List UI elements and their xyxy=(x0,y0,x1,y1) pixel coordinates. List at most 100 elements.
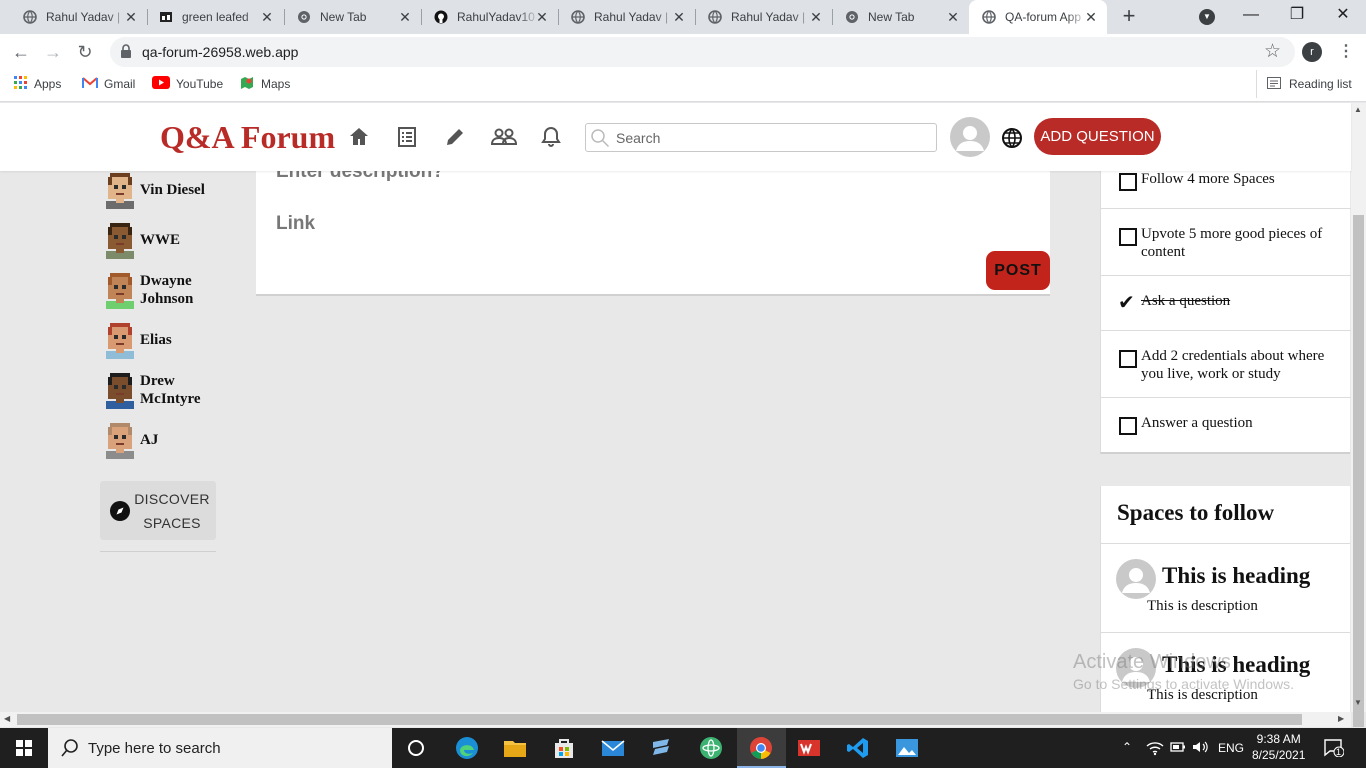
tab-search-icon[interactable]: ▼ xyxy=(1199,9,1215,25)
tray-chevron-icon[interactable]: ⌃ xyxy=(1122,740,1132,754)
add-question-button[interactable]: ADD QUESTION xyxy=(1034,118,1161,155)
windows-taskbar: Type here to search ⌃ ENG 9:38 AM 8/25/2… xyxy=(0,728,1366,768)
vscode-icon[interactable] xyxy=(846,736,870,760)
checklist-item[interactable]: Upvote 5 more good pieces of content xyxy=(1101,209,1351,276)
browser-tab[interactable]: New Tab ✕ xyxy=(822,0,969,34)
wps-office-icon[interactable] xyxy=(797,736,821,760)
edge-icon[interactable] xyxy=(455,736,479,760)
bookmark-star-icon[interactable]: ☆ xyxy=(1264,40,1281,63)
checkbox[interactable] xyxy=(1119,350,1137,368)
bell-icon[interactable] xyxy=(539,125,563,149)
checkmark-icon[interactable]: ✔ xyxy=(1118,290,1135,315)
getting-started-checklist: Follow 4 more Spaces Upvote 5 more good … xyxy=(1100,155,1351,454)
close-icon[interactable]: ✕ xyxy=(1083,9,1099,25)
home-icon[interactable] xyxy=(347,125,371,149)
discover-spaces-button[interactable]: DISCOVER SPACES xyxy=(100,481,216,540)
windows-start-button[interactable] xyxy=(0,728,48,768)
system-clock[interactable]: 9:38 AM 8/25/2021 xyxy=(1252,731,1305,763)
wifi-icon[interactable] xyxy=(1146,740,1164,759)
space-card[interactable]: This is heading This is description xyxy=(1101,632,1350,716)
checklist-item[interactable]: Add 2 credentials about where you live, … xyxy=(1101,331,1351,398)
space-name: Dwayne Johnson xyxy=(140,273,194,307)
menu-kebab-icon[interactable]: ⋮ xyxy=(1338,41,1354,61)
space-card[interactable]: This is heading This is description xyxy=(1101,543,1350,631)
file-explorer-icon[interactable] xyxy=(503,736,527,760)
browser-toolbar: ← → ↻ qa-forum-26958.web.app ☆ r ⋮ xyxy=(0,34,1366,70)
taskbar-active-app[interactable] xyxy=(737,728,786,768)
notification-center-icon[interactable]: 1 xyxy=(1324,739,1345,762)
space-description: This is description xyxy=(1147,598,1258,614)
forward-arrow-icon[interactable]: → xyxy=(40,39,66,65)
volume-icon[interactable] xyxy=(1192,740,1210,757)
discover-spaces-label: DISCOVER SPACES xyxy=(134,490,210,531)
checkbox[interactable] xyxy=(1119,228,1137,246)
pixel-avatar-icon xyxy=(106,373,134,409)
space-item[interactable]: AJ xyxy=(100,421,220,459)
restore-button[interactable]: ❐ xyxy=(1274,0,1320,34)
minimize-button[interactable]: — xyxy=(1228,0,1274,34)
space-heading[interactable]: This is heading xyxy=(1162,563,1310,589)
address-bar[interactable]: qa-forum-26958.web.app ☆ xyxy=(110,37,1295,67)
network-app-icon[interactable] xyxy=(650,736,674,760)
store-icon[interactable] xyxy=(552,736,576,760)
lock-icon xyxy=(120,44,132,64)
checkbox[interactable] xyxy=(1119,173,1137,191)
bookmark-apps[interactable]: Apps xyxy=(14,70,61,98)
people-icon[interactable] xyxy=(490,125,518,149)
user-avatar[interactable] xyxy=(950,117,990,157)
back-arrow-icon[interactable]: ← xyxy=(8,39,34,65)
bookmark-gmail[interactable]: Gmail xyxy=(82,70,135,98)
reload-icon[interactable]: ↻ xyxy=(72,39,98,65)
atom-app-icon[interactable] xyxy=(699,736,723,760)
scroll-left-arrow-icon[interactable]: ◀ xyxy=(4,714,10,723)
browser-tab[interactable]: New Tab ✕ xyxy=(274,0,421,34)
space-item[interactable]: Drew McIntyre xyxy=(100,371,220,409)
bookmark-maps[interactable]: Maps xyxy=(239,70,290,98)
vertical-scrollbar[interactable]: ▲ ▼ xyxy=(1351,103,1366,727)
bookmark-label: Maps xyxy=(261,77,291,91)
close-window-button[interactable]: ✕ xyxy=(1320,0,1366,34)
site-logo[interactable]: Q&A Forum xyxy=(160,119,335,156)
space-item[interactable]: Dwayne Johnson xyxy=(100,271,220,309)
browser-tab[interactable]: Rahul Yadav | ✕ xyxy=(548,0,695,34)
scrollbar-thumb[interactable] xyxy=(1353,215,1364,727)
browser-tab[interactable]: green leafed ✕ xyxy=(136,0,283,34)
scroll-down-arrow-icon[interactable]: ▼ xyxy=(1354,698,1362,707)
checklist-item[interactable]: Answer a question xyxy=(1101,398,1351,452)
space-item[interactable]: WWE xyxy=(100,221,220,259)
bookmark-youtube[interactable]: YouTube xyxy=(152,70,223,98)
language-indicator[interactable]: ENG xyxy=(1218,741,1244,755)
taskbar-search[interactable]: Type here to search xyxy=(48,728,392,768)
scrollbar-thumb[interactable] xyxy=(17,714,1302,725)
reading-list-button[interactable]: Reading list xyxy=(1256,70,1352,98)
browser-tab[interactable]: Rahul Yadav | ✕ xyxy=(685,0,832,34)
checklist-item[interactable]: ✔ Ask a question xyxy=(1101,276,1351,331)
browser-tab[interactable]: Rahul Yadav | ✕ xyxy=(0,0,147,34)
checkbox[interactable] xyxy=(1119,417,1137,435)
pencil-icon[interactable] xyxy=(443,125,467,149)
mail-icon[interactable] xyxy=(601,736,625,760)
photos-icon[interactable] xyxy=(895,736,919,760)
cortana-icon[interactable] xyxy=(404,736,428,760)
search-icon xyxy=(590,128,610,153)
scroll-up-arrow-icon[interactable]: ▲ xyxy=(1354,105,1362,114)
search-input[interactable] xyxy=(616,128,916,148)
close-icon[interactable]: ✕ xyxy=(945,9,961,25)
maps-pin-icon xyxy=(239,75,255,94)
chrome-icon xyxy=(844,9,860,25)
image-icon xyxy=(158,9,174,25)
profile-avatar[interactable]: r xyxy=(1302,42,1322,62)
post-button[interactable]: POST xyxy=(986,251,1050,290)
battery-icon[interactable] xyxy=(1170,740,1186,757)
close-icon[interactable]: ✕ xyxy=(259,9,275,25)
new-tab-button[interactable]: + xyxy=(1118,5,1140,28)
answers-list-icon[interactable] xyxy=(395,125,419,149)
language-globe-icon[interactable] xyxy=(1001,127,1023,149)
scroll-right-arrow-icon[interactable]: ▶ xyxy=(1338,714,1344,723)
space-item[interactable]: Elias xyxy=(100,321,220,359)
browser-tab[interactable]: RahulYadav10 ✕ xyxy=(411,0,558,34)
browser-tab-active[interactable]: QA-forum App ✕ xyxy=(969,0,1107,34)
horizontal-scrollbar[interactable]: ◀ ▶ xyxy=(0,712,1351,727)
link-input[interactable]: Link xyxy=(276,213,315,235)
space-item[interactable]: Vin Diesel xyxy=(100,171,220,209)
